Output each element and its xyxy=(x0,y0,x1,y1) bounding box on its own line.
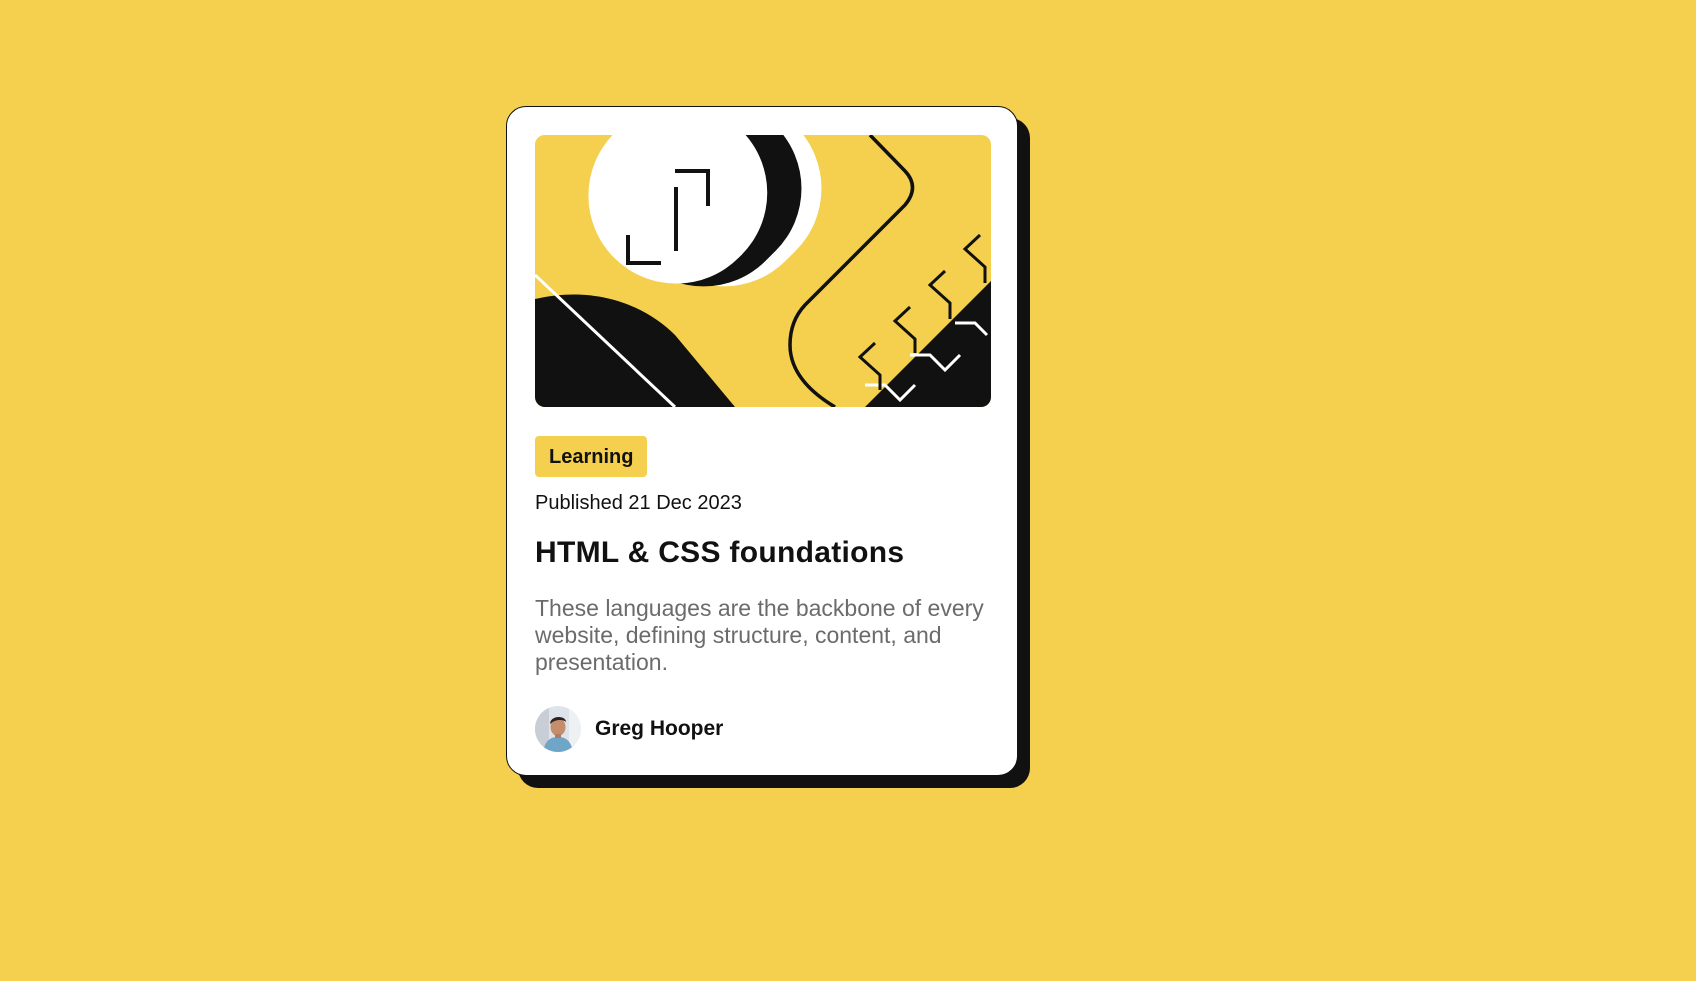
article-illustration xyxy=(535,135,991,407)
illustration-image xyxy=(535,135,991,407)
page: Learning Published 21 Dec 2023 HTML & CS… xyxy=(0,0,1696,981)
author-avatar xyxy=(535,706,581,752)
category-tag: Learning xyxy=(535,436,648,477)
article-title-link[interactable]: HTML & CSS foundations xyxy=(535,535,989,571)
blog-preview-card: Learning Published 21 Dec 2023 HTML & CS… xyxy=(506,106,1018,776)
author-name: Greg Hooper xyxy=(595,717,724,740)
author: Greg Hooper xyxy=(535,706,989,752)
article-description: These languages are the backbone of ever… xyxy=(535,595,984,675)
published-date: Published 21 Dec 2023 xyxy=(535,492,742,514)
avatar-image xyxy=(535,706,581,752)
